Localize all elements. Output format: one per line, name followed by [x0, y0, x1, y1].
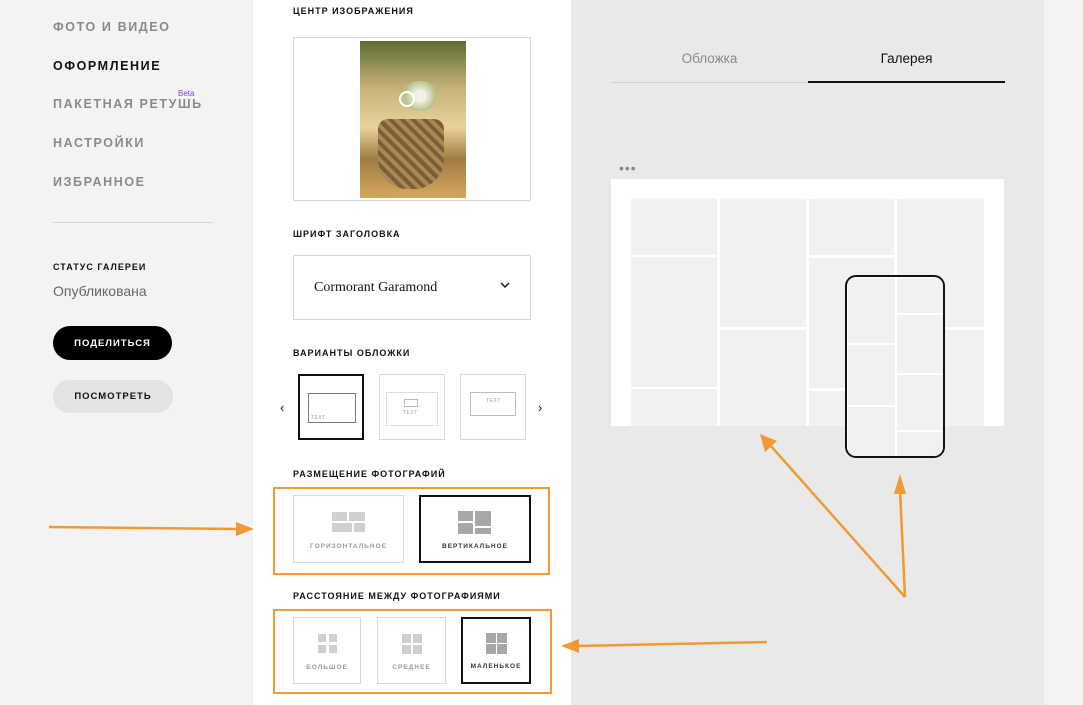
chevron-left-icon[interactable]: ‹ [280, 400, 284, 415]
sidebar: ФОТО И ВИДЕО ОФОРМЛЕНИЕ ПАКЕТНАЯ РЕТУШЬ … [0, 0, 253, 705]
nav-item-favorites[interactable]: ИЗБРАННОЕ [53, 175, 146, 189]
photo-placement-label: РАЗМЕЩЕНИЕ ФОТОГРАФИЙ [293, 469, 446, 479]
font-select-value: Cormorant Garamond [314, 279, 438, 295]
cover-variants-label: ВАРИАНТЫ ОБЛОЖКИ [293, 348, 411, 358]
more-dots-icon[interactable]: ••• [619, 160, 637, 176]
beta-badge: Beta [178, 89, 195, 98]
chevron-down-icon [500, 282, 510, 288]
image-center-label: ЦЕНТР ИЗОБРАЖЕНИЯ [293, 6, 414, 16]
tab-cover[interactable]: Обложка [611, 50, 808, 83]
gallery-status-value: Опубликована [53, 283, 147, 299]
right-edge [1044, 0, 1083, 705]
gallery-status-title: СТАТУС ГАЛЕРЕИ [53, 262, 147, 272]
preview-tabs: Обложка Галерея [611, 50, 1005, 83]
chevron-right-icon[interactable]: › [538, 400, 542, 415]
font-select[interactable]: Cormorant Garamond [293, 255, 531, 320]
photo-spacing-label: РАССТОЯНИЕ МЕЖДУ ФОТОГРАФИЯМИ [293, 591, 501, 601]
cover-variant-3[interactable]: TEXT [460, 374, 526, 440]
nav-divider [53, 222, 213, 223]
spacing-highlight [273, 609, 552, 694]
view-button[interactable]: ПОСМОТРЕТЬ [53, 380, 173, 413]
gallery-preview: Обложка Галерея ••• [571, 0, 1044, 705]
nav-item-settings[interactable]: НАСТРОЙКИ [53, 136, 145, 150]
design-settings-panel: ЦЕНТР ИЗОБРАЖЕНИЯ ШРИФТ ЗАГОЛОВКА Cormor… [253, 0, 571, 705]
focal-point-handle[interactable] [399, 91, 415, 107]
placement-highlight [273, 487, 550, 575]
nav-item-design[interactable]: ОФОРМЛЕНИЕ [53, 59, 161, 73]
mobile-preview [845, 275, 945, 458]
cover-photo [360, 41, 466, 198]
cover-variant-1[interactable]: TEXT [298, 374, 364, 440]
nav-item-batch-retouch[interactable]: ПАКЕТНАЯ РЕТУШЬ [53, 97, 203, 111]
desktop-preview [611, 179, 1004, 426]
cover-variant-2[interactable]: TEXT [379, 374, 445, 440]
share-button[interactable]: ПОДЕЛИТЬСЯ [53, 326, 172, 360]
font-label: ШРИФТ ЗАГОЛОВКА [293, 229, 401, 239]
image-center-picker[interactable] [293, 37, 531, 201]
nav-item-photo-video[interactable]: ФОТО И ВИДЕО [53, 20, 171, 34]
tab-gallery[interactable]: Галерея [808, 50, 1005, 83]
